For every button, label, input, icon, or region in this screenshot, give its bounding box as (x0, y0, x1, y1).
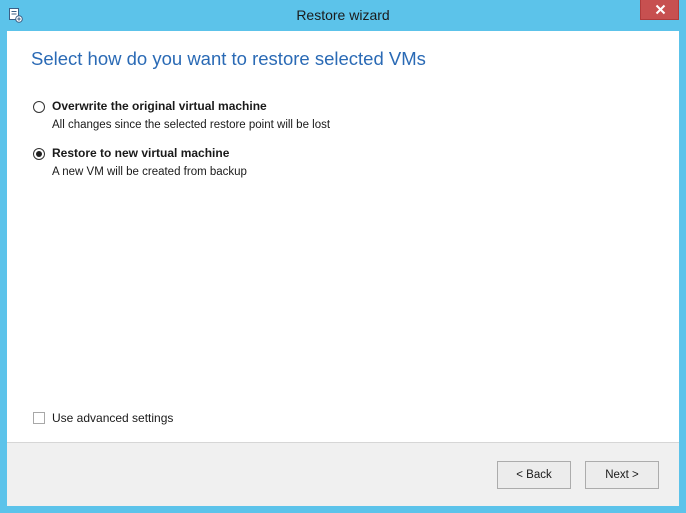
next-button[interactable]: Next > (585, 461, 659, 489)
advanced-settings-checkbox[interactable] (33, 412, 45, 424)
restore-new-vm-radio[interactable] (33, 148, 45, 160)
option-label[interactable]: Restore to new virtual machine (52, 146, 229, 160)
wizard-footer: < Back Next > (7, 442, 679, 506)
restore-wizard-window: Restore wizard Select how do you want to… (0, 0, 686, 513)
advanced-settings-label[interactable]: Use advanced settings (52, 411, 173, 425)
title-bar[interactable]: Restore wizard (0, 0, 686, 31)
option-description: All changes since the selected restore p… (52, 119, 331, 131)
option-label[interactable]: Overwrite the original virtual machine (52, 99, 267, 113)
close-button[interactable] (640, 0, 679, 20)
page-title: Select how do you want to restore select… (31, 48, 426, 69)
radio-selected-dot (36, 151, 42, 157)
overwrite-original-radio[interactable] (33, 101, 45, 113)
wizard-content: Select how do you want to restore select… (7, 31, 679, 506)
back-button[interactable]: < Back (497, 461, 571, 489)
option-description: A new VM will be created from backup (52, 166, 247, 178)
window-title: Restore wizard (296, 7, 390, 23)
